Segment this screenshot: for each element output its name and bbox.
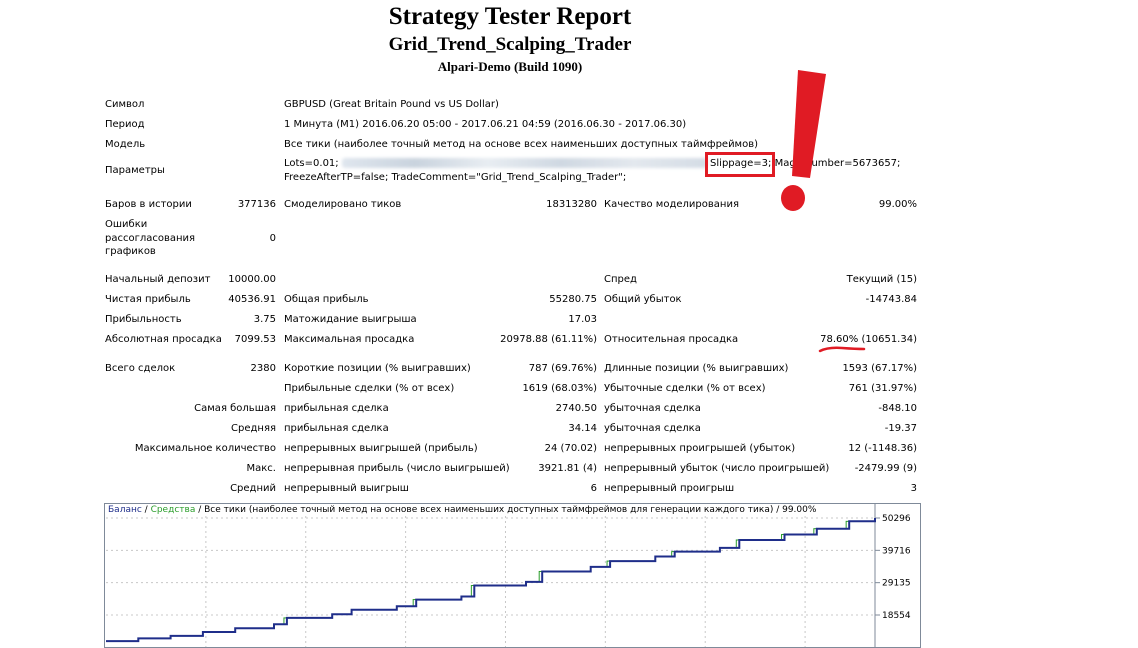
params-label: Параметры: [105, 165, 165, 176]
report-title: Strategy Tester Report: [388, 3, 632, 30]
payoff-label: Матожидание выигрыша: [284, 314, 417, 325]
bars-label: Баров в истории: [105, 199, 192, 210]
profit-trades-value: 1619 (68.03%): [522, 383, 597, 394]
caption-equity: Средства: [150, 505, 196, 515]
errors-label-1: Ошибки: [105, 219, 148, 230]
balance-chart: 50296 39716 29135 18554 Баланс / Средства /…: [104, 503, 921, 648]
quality-label: Качество моделирования: [604, 199, 739, 210]
deposit-label: Начальный депозит: [105, 274, 211, 285]
y-tick-label: 39716: [882, 546, 911, 556]
max-consec-loss-label: непрерывный убыток (число проигрышей): [604, 463, 830, 474]
quality-value: 99.00%: [878, 199, 917, 210]
period-label: Период: [105, 119, 145, 130]
spread-label: Спред: [604, 274, 637, 285]
short-positions-value: 787 (69.76%): [528, 363, 597, 374]
gross-loss-label: Общий убыток: [604, 294, 682, 305]
profit-trades-label: Прибыльные сделки (% от всех): [284, 383, 455, 394]
average-consec-label: Средний: [230, 483, 276, 494]
average-loss-label: убыточная сделка: [604, 423, 701, 434]
max-consec-loss-value: -2479.99 (9): [854, 463, 917, 474]
avg-consec-losses-value: 3: [910, 483, 917, 494]
balance-line: [106, 518, 876, 643]
gross-loss-value: -14743.84: [865, 294, 917, 305]
average-label: Средняя: [231, 423, 276, 434]
abs-drawdown-value: 7099.53: [234, 334, 276, 345]
exclamation-mark-icon: [781, 70, 826, 211]
net-profit-value: 40536.91: [228, 294, 276, 305]
max-consec-wins-value: 24 (70.02): [544, 443, 597, 454]
errors-value: 0: [269, 233, 276, 244]
ticks-label: Смоделировано тиков: [284, 199, 402, 210]
max-label: Макс.: [246, 463, 276, 474]
max-consec-losses-label: непрерывных проигрышей (убыток): [604, 443, 796, 454]
gross-profit-value: 55280.75: [549, 294, 597, 305]
payoff-value: 17.03: [568, 314, 597, 325]
largest-loss-value: -848.10: [878, 403, 917, 414]
max-count-label: Максимальное количество: [134, 443, 276, 454]
max-drawdown-value: 20978.88 (61.11%): [500, 334, 597, 345]
y-tick-label: 50296: [882, 514, 911, 524]
total-trades-label: Всего сделок: [105, 363, 176, 374]
y-tick-label: 29135: [882, 579, 911, 589]
largest-profit-value: 2740.50: [555, 403, 597, 414]
max-consec-wins-label: непрерывных выигрышей (прибыль): [284, 443, 478, 454]
profit-factor-value: 3.75: [253, 314, 276, 325]
bars-value: 377136: [237, 199, 276, 210]
caption-balance: Баланс: [108, 505, 142, 515]
largest-loss-label: убыточная сделка: [604, 403, 701, 414]
slippage-highlight-box: [705, 152, 775, 177]
loss-trades-label: Убыточные сделки (% от всех): [604, 383, 766, 394]
net-profit-label: Чистая прибыль: [105, 294, 191, 305]
spread-value: Текущий (15): [846, 274, 917, 285]
errors-label-2: рассогласования: [105, 233, 196, 244]
max-drawdown-label: Максимальная просадка: [284, 334, 415, 345]
long-positions-label: Длинные позиции (% выигравших): [604, 363, 789, 374]
params-line2: FreezeAfterTP=false; TradeComment="Grid_…: [284, 172, 627, 183]
period-value: 1 Минута (M1) 2016.06.20 05:00 - 2017.06…: [284, 119, 687, 130]
ticks-value: 18313280: [546, 199, 597, 210]
server-name: Alpari-Demo (Build 1090): [437, 59, 583, 74]
expert-name: Grid_Trend_Scalping_Trader: [388, 34, 632, 55]
rel-drawdown-abs: (10651.34): [861, 334, 917, 345]
y-tick-label: 18554: [882, 611, 911, 621]
average-loss-value: -19.37: [884, 423, 917, 434]
rel-drawdown-value: 78.60% (10651.34): [800, 333, 917, 346]
model-label: Модель: [105, 139, 146, 150]
deposit-value: 10000.00: [228, 274, 276, 285]
avg-consec-wins-value: 6: [590, 483, 597, 494]
caption-rest: / Все тики (наиболее точный метод на осн…: [195, 505, 817, 515]
balance-chart-svg: 50296 39716 29135 18554: [106, 504, 911, 647]
symbol-value: GBPUSD (Great Britain Pound vs US Dollar…: [284, 99, 499, 110]
errors-label-3: графиков: [105, 246, 156, 257]
largest-profit-label: прибыльная сделка: [284, 403, 389, 414]
model-value: Все тики (наиболее точный метод на основ…: [284, 139, 759, 150]
max-consec-profit-value: 3921.81 (4): [538, 463, 597, 474]
max-consec-losses-value: 12 (-1148.36): [848, 443, 917, 454]
max-consec-profit-label: непрерывная прибыль (число выигрышей): [284, 463, 510, 474]
blurred-params: [341, 158, 707, 168]
rel-drawdown-pct: 78.60%: [820, 334, 859, 345]
avg-consec-losses-label: непрерывный проигрыш: [604, 483, 735, 494]
largest-label: Самая большая: [194, 403, 276, 414]
symbol-label: Символ: [105, 99, 145, 110]
average-profit-label: прибыльная сделка: [284, 423, 389, 434]
chart-caption: Баланс / Средства / Все тики (наиболее т…: [108, 505, 816, 516]
average-profit-value: 34.14: [568, 423, 597, 434]
loss-trades-value: 761 (31.97%): [848, 383, 917, 394]
short-positions-label: Короткие позиции (% выигравших): [284, 363, 471, 374]
long-positions-value: 1593 (67.17%): [842, 363, 917, 374]
gross-profit-label: Общая прибыль: [284, 294, 369, 305]
profit-factor-label: Прибыльность: [105, 314, 182, 325]
caption-sep: /: [141, 505, 151, 515]
avg-consec-wins-label: непрерывный выигрыш: [284, 483, 409, 494]
total-trades-value: 2380: [250, 363, 276, 374]
params-lots: Lots=0.01;: [284, 158, 339, 169]
rel-drawdown-label: Относительная просадка: [604, 334, 739, 345]
